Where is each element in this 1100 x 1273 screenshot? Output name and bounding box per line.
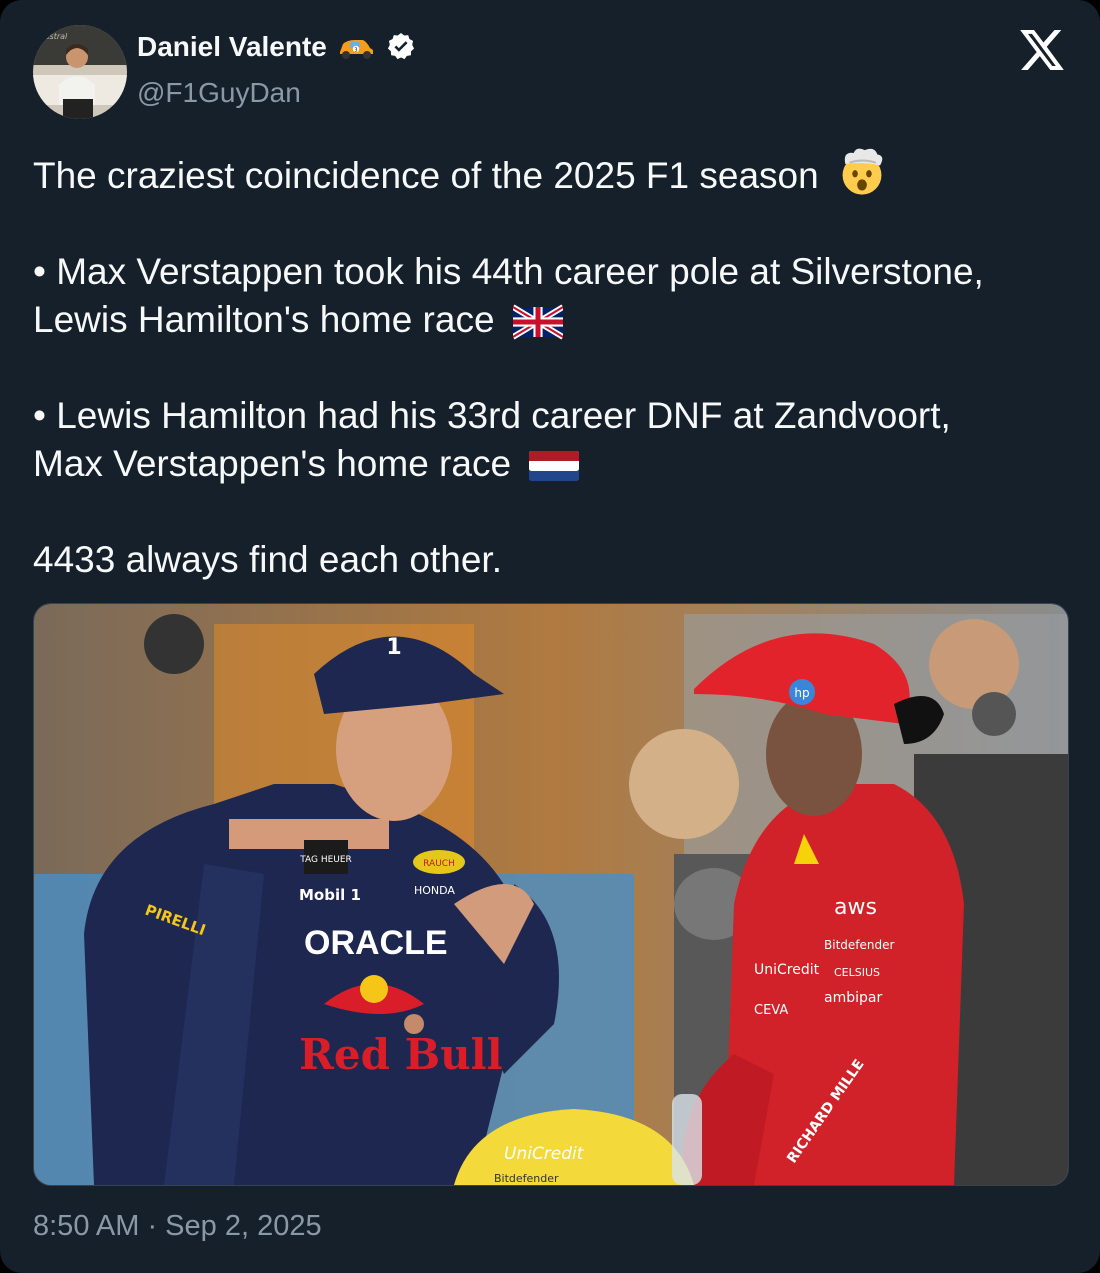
svg-text:UniCredit: UniCredit <box>504 1144 585 1164</box>
svg-text:aws: aws <box>834 895 877 920</box>
tweet-line-2a: • Lewis Hamilton had his 33rd career DNF… <box>33 395 951 436</box>
author-handle[interactable]: @F1GuyDan <box>137 77 301 109</box>
svg-text:UniCredit: UniCredit <box>754 962 820 978</box>
svg-text:HONDA: HONDA <box>414 884 455 897</box>
tweet-line-1a: • Max Verstappen took his 44th career po… <box>33 251 984 292</box>
x-logo-icon[interactable] <box>1020 30 1064 70</box>
svg-text:Mobil 1: Mobil 1 <box>299 886 361 904</box>
tweet-text: The craziest coincidence of the 2025 F1 … <box>33 146 1073 584</box>
tweet-timestamp[interactable]: 8:50 AM · Sep 2, 2025 <box>33 1210 322 1243</box>
svg-text:ORACLE: ORACLE <box>304 924 448 962</box>
tweet-headline: The craziest coincidence of the 2025 F1 … <box>33 155 819 196</box>
tweet-line-1b: Lewis Hamilton's home race <box>33 299 495 340</box>
svg-text:ambipar: ambipar <box>824 990 882 1006</box>
svg-text:Red Bull: Red Bull <box>299 1030 503 1079</box>
author-name-row: Daniel Valente 3 <box>137 31 417 63</box>
svg-text:CELSIUS: CELSIUS <box>834 966 880 979</box>
tweet-line-1b-row: Lewis Hamilton's home race <box>33 296 1073 344</box>
f1-drivers-photo: 1 ORACLE Red Bull TAG HEUER Mobil 1 HOND… <box>34 604 1068 1185</box>
tweet-photo[interactable]: 1 ORACLE Red Bull TAG HEUER Mobil 1 HOND… <box>33 603 1069 1186</box>
svg-text:Bitdefender: Bitdefender <box>494 1172 559 1185</box>
uk-flag-emoji <box>512 304 563 340</box>
tweet-card: Austral Daniel Valente 3 @F1GuyDan The c… <box>0 0 1100 1273</box>
verified-badge-icon <box>387 33 414 60</box>
svg-text:CEVA: CEVA <box>754 1003 788 1018</box>
netherlands-flag-emoji <box>529 451 580 481</box>
tweet-line-2b-row: Max Verstappen's home race <box>33 440 1073 488</box>
exploding-head-emoji <box>842 148 883 195</box>
svg-text:hp: hp <box>794 686 809 700</box>
author-name[interactable]: Daniel Valente <box>137 31 327 63</box>
race-car-emoji-icon: 3 <box>339 40 373 59</box>
cap-number: 1 <box>386 635 401 660</box>
author-avatar[interactable]: Austral <box>33 25 127 119</box>
tweet-line-2b: Max Verstappen's home race <box>33 443 512 484</box>
svg-text:RAUCH: RAUCH <box>423 859 455 869</box>
avatar-photo: Austral <box>33 25 127 119</box>
svg-text:Bitdefender: Bitdefender <box>824 938 894 952</box>
svg-text:Austral: Austral <box>38 32 68 41</box>
tweet-closing: 4433 always find each other. <box>33 539 502 580</box>
tweet-headline-line: The craziest coincidence of the 2025 F1 … <box>33 146 1073 200</box>
svg-text:TAG HEUER: TAG HEUER <box>299 855 352 865</box>
svg-text:3: 3 <box>354 48 357 54</box>
